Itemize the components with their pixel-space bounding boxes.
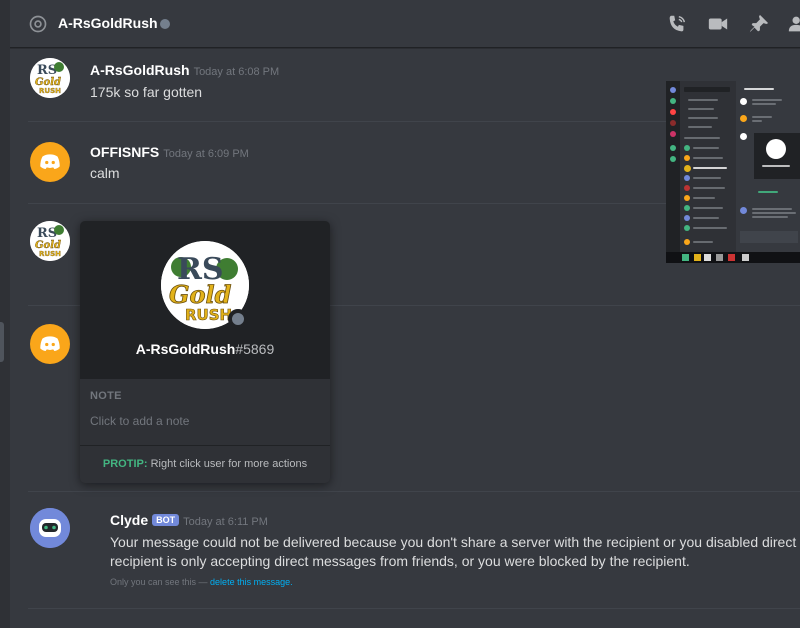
svg-text:RUSH: RUSH bbox=[39, 250, 61, 258]
channel-header: A-RsGoldRush bbox=[10, 0, 800, 48]
at-icon bbox=[29, 15, 47, 33]
discord-logo-icon bbox=[40, 154, 60, 170]
user-avatar[interactable] bbox=[30, 324, 70, 364]
attachment-dm-list bbox=[680, 81, 736, 253]
delete-message-link[interactable]: delete this message. bbox=[210, 577, 293, 587]
message-author[interactable]: OFFISNFS Today at 6:09 PM bbox=[90, 144, 249, 160]
author-name[interactable]: A-RsGoldRush bbox=[90, 62, 190, 78]
message-divider bbox=[28, 491, 800, 492]
left-edge-panel bbox=[0, 0, 10, 628]
message-content: calm bbox=[90, 165, 120, 181]
message-author[interactable]: Clyde BOT Today at 6:11 PM bbox=[110, 512, 268, 528]
clyde-avatar[interactable] bbox=[30, 508, 70, 548]
user-avatar[interactable]: RS Gold RUSH bbox=[30, 58, 70, 98]
svg-text:RUSH: RUSH bbox=[39, 87, 61, 95]
attachment-server-list bbox=[666, 81, 680, 253]
status-indicator bbox=[160, 19, 170, 29]
svg-text:RS: RS bbox=[37, 226, 57, 241]
author-name[interactable]: OFFISNFS bbox=[90, 144, 159, 160]
video-icon[interactable] bbox=[706, 13, 730, 35]
pin-icon[interactable] bbox=[747, 13, 771, 35]
robot-icon bbox=[30, 508, 70, 548]
dm-recipient-name: A-RsGoldRush bbox=[58, 15, 158, 31]
profile-username: A-RsGoldRush#5869 bbox=[80, 341, 330, 357]
svg-text:RS: RS bbox=[37, 63, 57, 78]
message-timestamp: Today at 6:11 PM bbox=[183, 516, 268, 528]
status-indicator bbox=[228, 309, 248, 329]
profile-discriminator: #5869 bbox=[235, 341, 275, 357]
user-avatar[interactable] bbox=[30, 142, 70, 182]
protip-body: Right click user for more actions bbox=[147, 458, 308, 470]
message-timestamp: Today at 6:08 PM bbox=[193, 66, 280, 78]
svg-text:RUSH: RUSH bbox=[185, 306, 232, 324]
attachment-chat-area bbox=[736, 81, 800, 253]
popout-divider bbox=[80, 445, 330, 446]
add-friend-icon[interactable] bbox=[786, 13, 800, 35]
user-avatar[interactable]: RS Gold RUSH bbox=[30, 221, 70, 261]
image-attachment[interactable] bbox=[666, 81, 800, 263]
message-divider bbox=[28, 608, 800, 609]
author-name[interactable]: Clyde bbox=[110, 512, 148, 528]
note-label: NOTE bbox=[90, 390, 122, 402]
message-content-line-2: recipient is only accepting direct messa… bbox=[110, 553, 690, 569]
note-input[interactable]: Click to add a note bbox=[90, 414, 189, 428]
ephemeral-notice: Only you can see this — delete this mess… bbox=[110, 577, 293, 587]
scrollbar-handle[interactable] bbox=[0, 322, 4, 362]
profile-name: A-RsGoldRush bbox=[135, 341, 236, 357]
message-timestamp: Today at 6:09 PM bbox=[163, 148, 249, 160]
svg-text:Gold: Gold bbox=[169, 280, 232, 309]
user-profile-popout: RS Gold RUSH A-RsGoldRush#5869 NOTE Clic… bbox=[80, 221, 330, 483]
message-content: 175k so far gotten bbox=[90, 84, 203, 100]
call-icon[interactable] bbox=[665, 13, 689, 35]
popout-header: RS Gold RUSH A-RsGoldRush#5869 bbox=[80, 221, 330, 379]
message-content-line-1: Your message could not be delivered beca… bbox=[110, 534, 800, 550]
ephemeral-text: Only you can see this — bbox=[110, 577, 211, 587]
protip-label: PROTIP: bbox=[102, 458, 148, 470]
message-author[interactable]: A-RsGoldRush Today at 6:08 PM bbox=[90, 62, 279, 78]
attachment-taskbar bbox=[666, 252, 800, 263]
bot-badge: BOT bbox=[152, 514, 180, 526]
discord-logo-icon bbox=[40, 336, 60, 352]
protip-text: PROTIP: Right click user for more action… bbox=[80, 458, 330, 470]
